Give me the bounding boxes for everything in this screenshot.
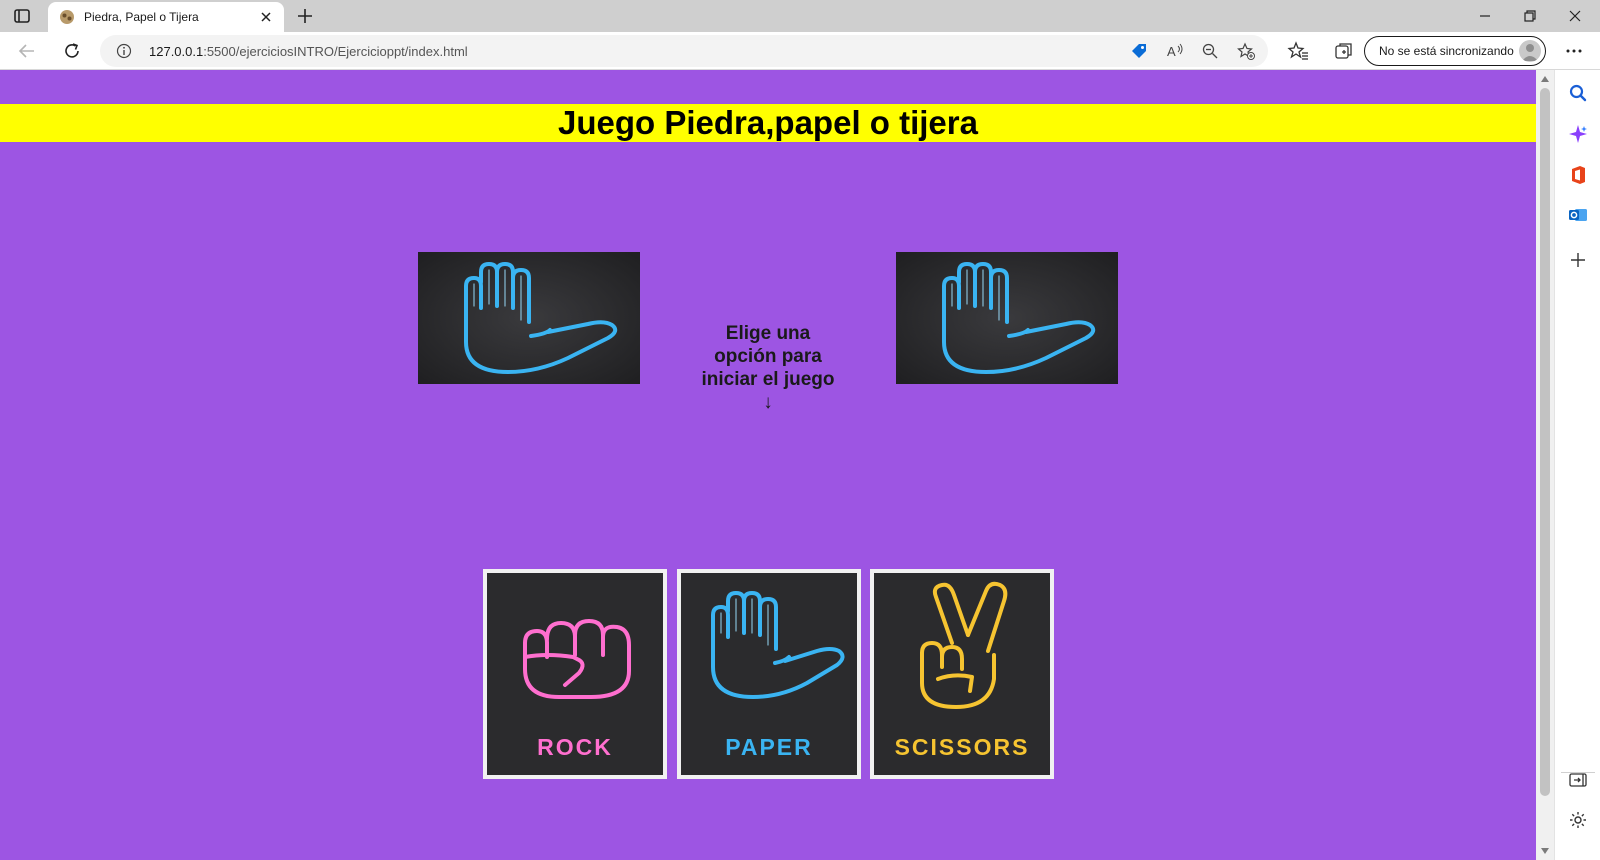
restore-icon[interactable] <box>1521 7 1539 25</box>
address-bar[interactable]: 127.0.0.1:5500/ejerciciosINTRO/Ejercicio… <box>100 35 1268 67</box>
url-text: 127.0.0.1:5500/ejerciciosINTRO/Ejercicio… <box>149 44 468 59</box>
status-message: Elige una opción para iniciar el juego ↓ <box>701 323 835 413</box>
paper-hand-icon <box>418 252 640 384</box>
outlook-icon[interactable] <box>1568 205 1588 225</box>
add-icon[interactable] <box>1568 250 1588 270</box>
title-banner: Juego Piedra,papel o tijera <box>0 104 1536 142</box>
page-title: Juego Piedra,papel o tijera <box>558 104 978 141</box>
rock-label: ROCK <box>537 734 613 760</box>
page-content: Juego Piedra,papel o tijera Elige una op… <box>0 70 1536 860</box>
sync-label: No se está sincronizando <box>1379 44 1514 58</box>
add-favorite-icon[interactable] <box>1237 42 1255 60</box>
search-icon[interactable] <box>1568 83 1588 103</box>
browser-toolbar: 127.0.0.1:5500/ejerciciosINTRO/Ejercicio… <box>0 32 1600 70</box>
favorites-icon[interactable] <box>1287 40 1309 62</box>
site-info-icon[interactable] <box>116 43 132 59</box>
player-choice-image <box>418 252 640 384</box>
scissors-label: SCISSORS <box>894 734 1030 760</box>
page-scrollbar[interactable] <box>1536 70 1554 860</box>
shopping-tag-icon[interactable] <box>1130 42 1148 60</box>
settings-gear-icon[interactable] <box>1568 810 1588 830</box>
read-aloud-icon[interactable]: A <box>1166 42 1184 60</box>
close-tab-icon[interactable] <box>258 9 274 25</box>
scroll-thumb[interactable] <box>1540 88 1550 796</box>
scissors-button[interactable]: SCISSORS <box>870 569 1054 779</box>
tab-actions-icon[interactable] <box>13 7 31 25</box>
close-window-icon[interactable] <box>1566 7 1584 25</box>
collections-icon[interactable] <box>1333 40 1355 62</box>
new-tab-icon[interactable] <box>296 7 314 25</box>
svg-text:A: A <box>1167 44 1176 59</box>
back-icon[interactable] <box>16 40 38 62</box>
copilot-icon[interactable] <box>1568 124 1588 144</box>
rock-button[interactable]: ROCK <box>483 569 667 779</box>
office-icon[interactable] <box>1568 165 1588 185</box>
tab-title: Piedra, Papel o Tijera <box>84 10 199 24</box>
url-path: :5500/ejerciciosINTRO/Ejercicioppt/index… <box>203 44 468 59</box>
hide-sidebar-icon[interactable] <box>1568 770 1588 790</box>
browser-sidebar <box>1554 70 1600 860</box>
scroll-down-icon[interactable] <box>1541 848 1549 854</box>
zoom-out-icon[interactable] <box>1201 42 1219 60</box>
favicon-icon <box>60 10 74 24</box>
browser-tab[interactable]: Piedra, Papel o Tijera <box>48 2 284 32</box>
paper-button[interactable]: PAPER <box>677 569 861 779</box>
more-options-icon[interactable] <box>1563 40 1585 62</box>
reload-icon[interactable] <box>61 40 83 62</box>
paper-label: PAPER <box>725 734 813 760</box>
minimize-icon[interactable] <box>1476 7 1494 25</box>
profile-sync-button[interactable]: No se está sincronizando <box>1364 36 1546 66</box>
tab-bar: Piedra, Papel o Tijera <box>0 0 1600 32</box>
scroll-up-icon[interactable] <box>1541 76 1549 82</box>
computer-choice-image <box>896 252 1118 384</box>
paper-hand-icon <box>896 252 1118 384</box>
url-host: 127.0.0.1 <box>149 44 204 59</box>
avatar <box>1519 40 1541 62</box>
